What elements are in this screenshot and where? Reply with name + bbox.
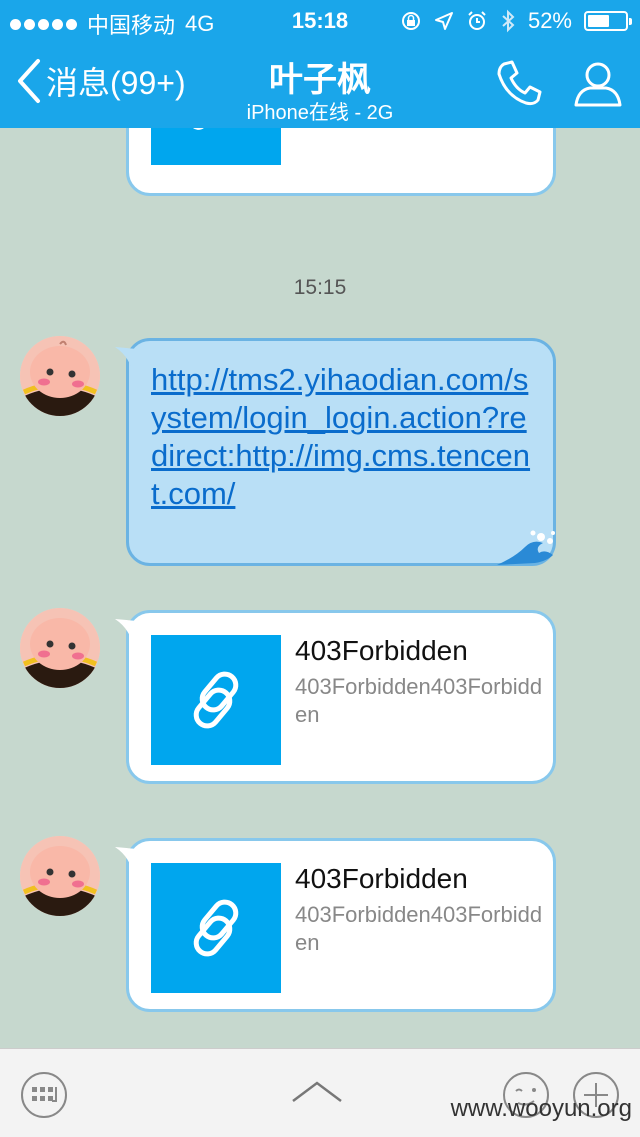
avatar-image bbox=[20, 336, 100, 416]
message-bubble-link[interactable]: http://tms2.yihaodian.com/system/login_l… bbox=[115, 338, 556, 566]
message-link-card[interactable]: 403Forbidden 403Forbidden403Forbidden bbox=[115, 838, 556, 1012]
status-right: 52% bbox=[400, 8, 632, 34]
wave-decoration-icon bbox=[497, 530, 555, 565]
phone-call-icon[interactable] bbox=[494, 58, 544, 108]
message-url-link[interactable]: http://tms2.yihaodian.com/system/login_l… bbox=[129, 341, 553, 531]
card-title: 403Forbidden bbox=[295, 635, 468, 666]
bubble-tail bbox=[115, 347, 137, 367]
bluetooth-icon bbox=[502, 9, 515, 33]
link-icon bbox=[193, 671, 239, 729]
avatar-image bbox=[20, 608, 100, 688]
message-link-card[interactable]: 403Forbidden 403Forbidden403Forbidden bbox=[115, 610, 556, 784]
link-thumbnail bbox=[151, 863, 281, 993]
chevron-up-icon[interactable] bbox=[290, 1079, 344, 1105]
contact-name: 叶子枫 bbox=[269, 61, 371, 99]
card-description: 403Forbidden403Forbidden bbox=[295, 902, 543, 955]
watermark: www.wooyun.org bbox=[450, 1095, 632, 1122]
status-bar: 中国移动 4G 15:18 52% bbox=[0, 0, 640, 40]
bubble-tail bbox=[115, 619, 137, 639]
chat-area[interactable]: 15:15 http://tms2.yihaodian.com/system/l… bbox=[0, 128, 640, 1048]
battery-percent: 52% bbox=[527, 8, 572, 33]
nav-bar: 消息(99+) 叶子枫 iPhone在线 - 2G bbox=[0, 40, 640, 128]
contact-status: iPhone在线 - 2G bbox=[246, 102, 394, 124]
alarm-icon bbox=[468, 11, 486, 30]
battery-icon bbox=[584, 11, 632, 31]
contact-profile-icon[interactable] bbox=[572, 58, 624, 108]
avatar-image bbox=[20, 836, 100, 916]
keyboard-toggle-icon[interactable] bbox=[20, 1071, 68, 1119]
rotation-lock-icon bbox=[401, 12, 420, 30]
message-timestamp: 15:15 bbox=[293, 276, 347, 299]
location-icon bbox=[434, 12, 453, 30]
link-thumbnail bbox=[151, 635, 281, 765]
card-description: 403Forbidden403Forbidden bbox=[295, 674, 543, 727]
top-bar: 中国移动 4G 15:18 52% 消息(99+) 叶子枫 iPhone在线 -… bbox=[0, 0, 640, 128]
card-title: 403Forbidden bbox=[295, 863, 468, 894]
link-icon bbox=[189, 128, 217, 130]
avatar[interactable] bbox=[20, 836, 100, 916]
input-toolbar: www.wooyun.org bbox=[0, 1048, 640, 1137]
avatar[interactable] bbox=[20, 336, 100, 416]
link-icon bbox=[193, 899, 239, 957]
bubble-tail bbox=[115, 847, 137, 867]
message-card-partial[interactable] bbox=[126, 128, 556, 196]
avatar[interactable] bbox=[20, 608, 100, 688]
link-thumbnail bbox=[151, 128, 281, 165]
